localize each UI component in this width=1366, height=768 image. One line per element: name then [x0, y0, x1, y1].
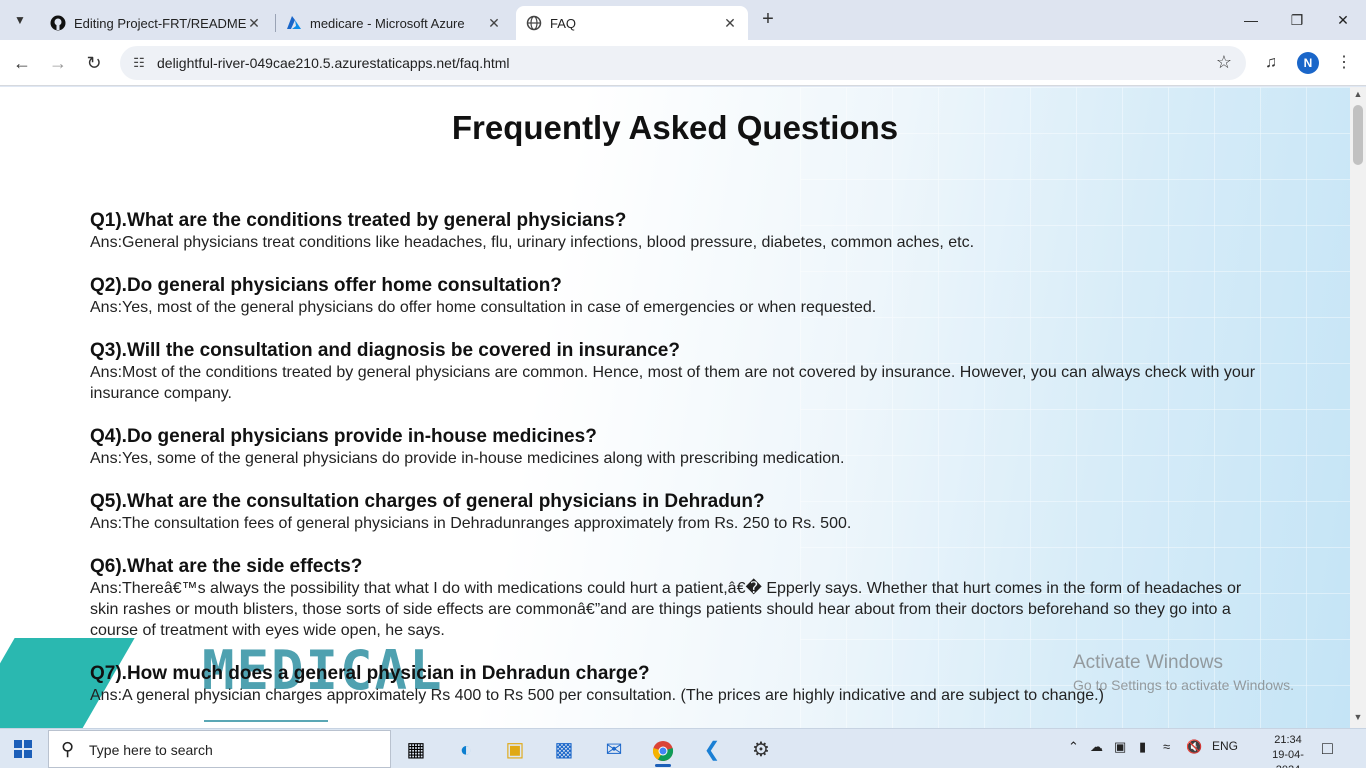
faq-question: Q2).Do general physicians offer home con… — [90, 275, 562, 296]
tab-close-icon[interactable]: ✕ — [486, 15, 502, 32]
faq-item: Q6).What are the side effects? Ans:There… — [90, 556, 1270, 641]
faq-answer: Ans:Most of the conditions treated by ge… — [90, 364, 1256, 402]
battery-icon[interactable]: ▮ — [1139, 739, 1146, 755]
store-icon[interactable]: ▩ — [544, 733, 584, 767]
system-clock[interactable]: 21:34 19-04-2024 — [1262, 733, 1314, 768]
minimize-icon[interactable]: — — [1228, 6, 1274, 34]
task-view-icon[interactable]: ▦ — [396, 733, 436, 767]
more-menu-icon[interactable]: ⋮ — [1331, 50, 1357, 76]
faq-item: Q4).Do general physicians provide in-hou… — [90, 426, 1270, 469]
taskbar-search[interactable]: ⚲ Type here to search — [48, 730, 391, 768]
profile-avatar[interactable]: N — [1297, 52, 1319, 74]
tab-faq[interactable]: FAQ ✕ — [516, 6, 748, 40]
faq-page: MEDICAL Frequently Asked Questions Q1).W… — [0, 87, 1350, 728]
back-icon[interactable]: ← — [8, 49, 36, 77]
faq-item: Q2).Do general physicians offer home con… — [90, 275, 1270, 318]
scroll-thumb[interactable] — [1353, 105, 1363, 165]
faq-answer: Ans:Yes, some of the general physicians … — [90, 450, 845, 467]
faq-question: Q5).What are the consultation charges of… — [90, 491, 765, 512]
new-tab-icon[interactable]: + — [756, 8, 780, 32]
language-indicator[interactable]: ENG — [1212, 739, 1238, 753]
reload-icon[interactable]: ↻ — [80, 49, 108, 77]
tab-title: medicare - Microsoft Azure — [310, 15, 465, 31]
faq-question: Q3).Will the consultation and diagnosis … — [90, 340, 680, 361]
search-icon: ⚲ — [61, 739, 75, 759]
url-text[interactable]: delightful-river-049cae210.5.azurestatic… — [157, 55, 510, 71]
search-placeholder: Type here to search — [89, 742, 213, 758]
clock-date: 19-04-2024 — [1272, 749, 1304, 768]
page-scrollbar[interactable]: ▲ ▼ — [1350, 87, 1366, 728]
globe-icon — [526, 15, 542, 31]
forward-icon[interactable]: → — [44, 49, 72, 77]
azure-icon — [286, 15, 302, 31]
meet-now-icon[interactable]: ▣ — [1114, 739, 1126, 755]
scroll-up-icon[interactable]: ▲ — [1350, 89, 1366, 103]
windows-taskbar: ⚲ Type here to search ▦ ◐ ▣ ▩ ✉ ❮ ⚙ ⌃ ☁ … — [0, 728, 1366, 768]
faq-answer: Ans:General physicians treat conditions … — [90, 234, 975, 251]
faq-item: Q5).What are the consultation charges of… — [90, 491, 1270, 534]
tab-close-icon[interactable]: ✕ — [722, 15, 738, 32]
tab-close-icon[interactable]: ✕ — [246, 15, 262, 32]
edge-icon[interactable]: ◐ — [446, 733, 486, 767]
site-info-icon[interactable]: ☷ — [130, 54, 148, 72]
faq-answer: Ans:Thereâ€™s always the possibility tha… — [90, 580, 1242, 639]
volume-muted-icon[interactable]: 🔇 — [1186, 739, 1202, 755]
browser-tabstrip: ▼ Editing Project-FRT/README.m ✕ medicar… — [0, 0, 1366, 40]
faq-question: Q4).Do general physicians provide in-hou… — [90, 426, 597, 447]
tab-azure-medicare[interactable]: medicare - Microsoft Azure ✕ — [276, 6, 512, 40]
faq-question: Q1).What are the conditions treated by g… — [90, 210, 627, 231]
settings-gear-icon[interactable]: ⚙ — [741, 733, 781, 767]
scroll-down-icon[interactable]: ▼ — [1350, 712, 1366, 726]
bookmark-star-icon[interactable]: ☆ — [1216, 52, 1232, 73]
chevron-up-icon[interactable]: ⌃ — [1068, 739, 1079, 755]
faq-item: Q1).What are the conditions treated by g… — [90, 210, 1270, 253]
media-controls-icon[interactable]: ♫ — [1258, 50, 1284, 76]
chrome-icon[interactable] — [643, 733, 683, 767]
restore-icon[interactable]: ❐ — [1274, 6, 1320, 34]
windows-start-icon[interactable] — [14, 740, 32, 758]
address-bar[interactable]: ☷ delightful-river-049cae210.5.azurestat… — [120, 46, 1246, 80]
vscode-icon[interactable]: ❮ — [692, 733, 732, 767]
tab-search-icon[interactable]: ▼ — [8, 8, 32, 32]
wifi-icon[interactable]: ≈ — [1163, 739, 1170, 754]
cloud-icon[interactable]: ☁ — [1090, 739, 1103, 755]
file-explorer-icon[interactable]: ▣ — [495, 733, 535, 767]
tab-title: FAQ — [550, 15, 577, 31]
faq-answer: Ans:The consultation fees of general phy… — [90, 515, 852, 532]
mail-icon[interactable]: ✉ — [594, 733, 634, 767]
close-window-icon[interactable]: ✕ — [1320, 6, 1366, 34]
notification-icon[interactable]: □ — [1322, 738, 1333, 759]
faq-question: Q6).What are the side effects? — [90, 556, 363, 577]
activate-windows-subtext: Go to Settings to activate Windows. — [1073, 677, 1294, 693]
clock-time: 21:34 — [1274, 734, 1302, 746]
activate-windows-watermark: Activate Windows — [1073, 652, 1223, 673]
page-title: Frequently Asked Questions — [451, 109, 899, 146]
github-icon — [50, 15, 66, 31]
tab-github-readme[interactable]: Editing Project-FRT/README.m ✕ — [40, 6, 272, 40]
faq-answer: Ans:Yes, most of the general physicians … — [90, 299, 877, 316]
browser-toolbar: ← → ↻ ☷ delightful-river-049cae210.5.azu… — [0, 40, 1366, 86]
tab-title: Editing Project-FRT/README.m — [74, 15, 246, 31]
brand-underline — [204, 720, 328, 722]
faq-item: Q3).Will the consultation and diagnosis … — [90, 340, 1270, 404]
